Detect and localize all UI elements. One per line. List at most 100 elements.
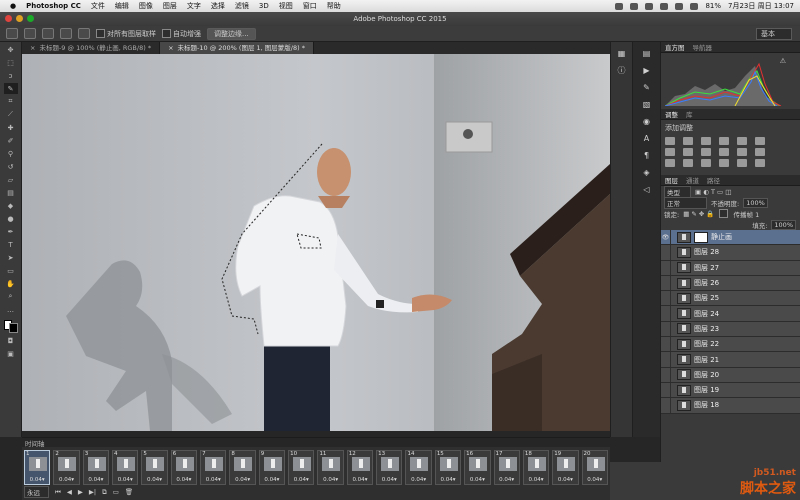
gradient-tool-icon[interactable]: ▤ (4, 187, 18, 198)
brightness-icon[interactable] (665, 137, 675, 145)
frame-delay[interactable]: 0.04▾ (84, 477, 108, 483)
minimize-icon[interactable] (16, 15, 23, 22)
marquee-tool-icon[interactable]: ⬚ (4, 57, 18, 68)
frame-delay[interactable]: 0.04▾ (201, 477, 225, 483)
close-icon[interactable]: × (30, 44, 35, 52)
workspace-select[interactable]: 基本 (756, 27, 792, 40)
status-icon[interactable] (615, 2, 624, 10)
subtract-selection-icon[interactable] (60, 28, 72, 39)
layer-row[interactable]: 图层 25 (661, 291, 800, 307)
layer-row[interactable]: 图层 19 (661, 382, 800, 399)
paragraph-icon[interactable]: ¶ (641, 150, 653, 161)
menu-view[interactable]: 视图 (279, 1, 293, 11)
animation-frame[interactable]: 15 0.04▾ (434, 450, 462, 485)
checkbox-icon[interactable] (162, 29, 171, 38)
layer-row[interactable]: 图层 26 (661, 275, 800, 292)
channel-mixer-icon[interactable] (737, 148, 747, 156)
layer-row[interactable]: 图层 20 (661, 367, 800, 383)
frame-delay[interactable]: 0.04▾ (289, 477, 313, 483)
animation-frame[interactable]: 13 0.04▾ (376, 450, 403, 485)
edit-toolbar-icon[interactable]: … (4, 304, 18, 315)
type-tool-icon[interactable]: T (4, 239, 18, 250)
play-icon[interactable]: ▶ (78, 488, 83, 496)
checkbox-icon[interactable] (96, 29, 105, 38)
animation-frame[interactable]: 16 0.04▾ (464, 450, 491, 485)
brush-tool-icon[interactable]: ✐ (4, 135, 18, 146)
color-balance-icon[interactable] (683, 148, 693, 156)
tab-navigator[interactable]: 导航器 (693, 42, 713, 52)
history-icon[interactable]: ▦ (616, 48, 628, 59)
move-tool-icon[interactable]: ✥ (4, 44, 18, 55)
hand-tool-icon[interactable]: ✋ (4, 278, 18, 289)
clone-source-icon[interactable]: ◉ (641, 116, 653, 127)
frame-delay[interactable]: 0.04▾ (318, 477, 342, 483)
animation-frame[interactable]: 2 0.04▾ (53, 450, 80, 485)
warning-icon[interactable]: ⚠ (780, 57, 786, 65)
history-panel-icon[interactable]: ▤ (641, 48, 653, 59)
tab-libraries[interactable]: 库 (686, 109, 693, 119)
visibility-icon[interactable] (661, 245, 671, 260)
add-selection-icon[interactable] (42, 28, 54, 39)
frame-delay[interactable]: 0.04▾ (54, 477, 78, 483)
frame-delay[interactable]: 0.04▾ (406, 477, 430, 483)
apple-icon[interactable]: ● (10, 2, 16, 10)
visibility-icon[interactable] (661, 367, 671, 382)
status-icon[interactable] (645, 2, 654, 10)
new-frame-icon[interactable]: ▭ (113, 488, 119, 496)
blur-tool-icon[interactable]: ◆ (4, 200, 18, 211)
close-icon[interactable]: × (168, 44, 173, 52)
selective-color-icon[interactable] (737, 159, 747, 167)
layer-row[interactable]: 👁 静止画 (661, 230, 800, 246)
brush-preset-icon[interactable]: ✎ (641, 82, 653, 93)
tab-document-10[interactable]: × 未标题-10 @ 200% (图层 1, 图层蒙版/8) * (160, 42, 314, 54)
menu-edit[interactable]: 编辑 (115, 1, 129, 11)
wifi-icon[interactable] (675, 2, 684, 10)
next-frame-icon[interactable]: ▶| (89, 488, 96, 496)
curves-icon[interactable] (701, 137, 711, 145)
animation-frame[interactable]: 9 0.04▾ (258, 450, 286, 485)
layer-row[interactable]: 图层 21 (661, 352, 800, 368)
tab-channels[interactable]: 通道 (686, 175, 699, 185)
layer-row[interactable]: 图层 23 (661, 321, 800, 338)
layer-row[interactable]: 图层 28 (661, 245, 800, 261)
visibility-icon[interactable] (661, 260, 671, 275)
frame-delay[interactable]: 0.04▾ (172, 477, 196, 483)
rectangle-tool-icon[interactable]: ▭ (4, 265, 18, 276)
threshold-icon[interactable] (701, 159, 711, 167)
invert-icon[interactable] (665, 159, 675, 167)
visibility-icon[interactable] (661, 398, 671, 413)
eraser-tool-icon[interactable]: ▱ (4, 174, 18, 185)
layer-row[interactable]: 图层 18 (661, 398, 800, 414)
opacity-input[interactable]: 100% (743, 197, 768, 208)
levels-icon[interactable] (683, 137, 693, 145)
tab-paths[interactable]: 路径 (707, 175, 720, 185)
new-selection-icon[interactable] (24, 28, 36, 39)
zoom-icon[interactable] (27, 15, 34, 22)
animation-frame[interactable]: 4 0.04▾ (112, 450, 139, 485)
visibility-icon[interactable] (661, 291, 671, 306)
frame-delay[interactable]: 0.04▾ (524, 477, 548, 483)
frame-delay[interactable]: 0.04▾ (553, 477, 577, 483)
bluetooth-icon[interactable] (660, 2, 669, 10)
status-icon[interactable] (630, 2, 639, 10)
visibility-icon[interactable]: 👁 (661, 230, 671, 245)
menu-layer[interactable]: 图层 (163, 1, 177, 11)
sample-all-layers-option[interactable]: 对所有图层取样 (96, 29, 156, 39)
tab-histogram[interactable]: 直方图 (665, 42, 685, 52)
path-selection-icon[interactable]: ➤ (4, 252, 18, 263)
posterize-icon[interactable] (683, 159, 693, 167)
loop-select[interactable]: 永远 (24, 486, 49, 498)
3d-icon[interactable]: ◈ (641, 167, 653, 178)
refine-edge-button[interactable]: 调整边缘... (207, 27, 256, 40)
exposure-icon[interactable] (719, 137, 729, 145)
frame-delay[interactable]: 0.04▾ (583, 477, 607, 483)
zoom-tool-icon[interactable]: ⌕ (4, 291, 18, 302)
app-menu[interactable]: Photoshop CC (26, 2, 81, 10)
lock-icons[interactable]: ▦ ✎ ✥ 🔒 (683, 210, 714, 218)
animation-frame[interactable]: 6 0.04▾ (170, 450, 198, 485)
document-canvas[interactable] (22, 54, 610, 431)
lasso-tool-icon[interactable]: ↄ (4, 70, 18, 81)
vibrance-icon[interactable] (737, 137, 747, 145)
crop-tool-icon[interactable]: ⌗ (4, 96, 18, 107)
menu-window[interactable]: 窗口 (303, 1, 317, 11)
